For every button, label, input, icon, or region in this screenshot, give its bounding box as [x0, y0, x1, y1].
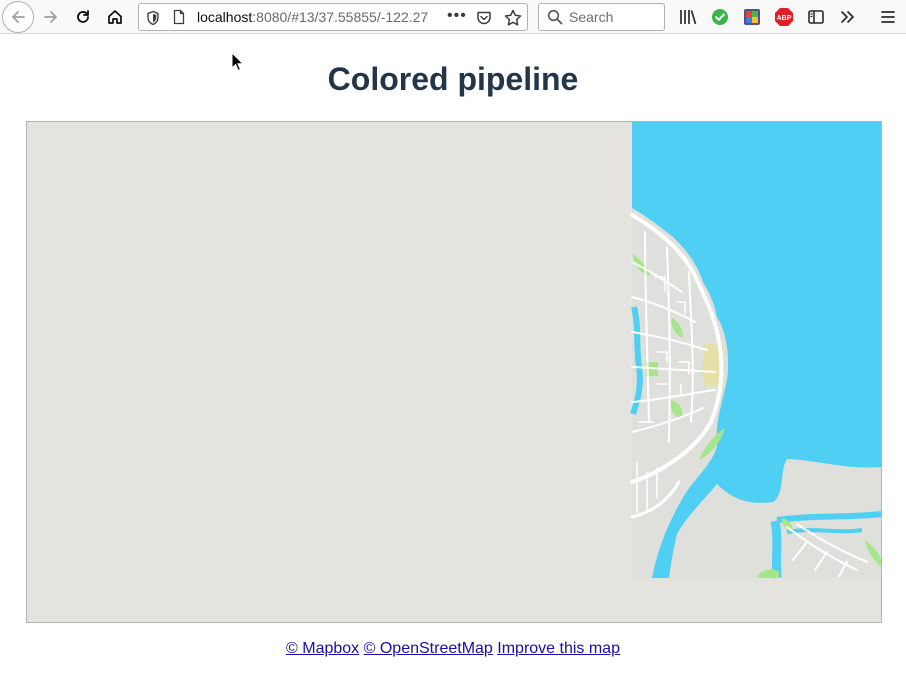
back-button[interactable] [2, 1, 34, 33]
openstreetmap-attribution-link[interactable]: © OpenStreetMap [364, 640, 493, 657]
hamburger-menu-icon[interactable] [877, 6, 899, 28]
forward-button[interactable] [36, 2, 66, 32]
search-input[interactable] [569, 7, 659, 27]
reload-icon [77, 10, 89, 23]
url-text[interactable]: localhost:8080/#13/37.55855/-122.27 [197, 9, 441, 27]
checkmark-extension-icon[interactable] [709, 6, 731, 28]
map-tile-east [630, 122, 881, 579]
page-actions-menu-icon[interactable]: ••• [447, 7, 467, 25]
reload-button[interactable] [68, 2, 98, 32]
tracking-shield-icon[interactable] [145, 10, 161, 26]
map[interactable] [26, 121, 882, 623]
page-info-icon[interactable] [171, 9, 187, 25]
svg-text:ABP: ABP [777, 15, 792, 22]
color-picker-extension-icon[interactable] [741, 6, 763, 28]
search-icon [547, 9, 563, 25]
bookmark-star-icon[interactable] [503, 8, 523, 28]
map-attribution: © Mapbox © OpenStreetMap Improve this ma… [0, 640, 906, 658]
improve-map-link[interactable]: Improve this map [497, 640, 620, 657]
library-icon[interactable] [677, 6, 699, 28]
map-canvas[interactable] [27, 122, 882, 623]
lagoon-channel-south [770, 520, 782, 579]
arrow-left-icon [12, 11, 25, 23]
pocket-icon[interactable] [475, 9, 493, 27]
page-title: Colored pipeline [327, 61, 579, 97]
adblock-plus-icon[interactable]: ABP [773, 6, 795, 28]
arrow-right-icon [44, 11, 57, 23]
url-bar[interactable]: localhost:8080/#13/37.55855/-122.27 ••• [138, 3, 528, 31]
search-bar[interactable] [538, 3, 665, 31]
overflow-chevron-icon[interactable] [837, 6, 859, 28]
browser-toolbar: localhost:8080/#13/37.55855/-122.27 ••• … [0, 0, 906, 34]
home-icon [108, 10, 122, 24]
home-button[interactable] [100, 2, 130, 32]
url-path: :8080/#13/37.55855/-122.27 [252, 9, 429, 25]
sidebar-icon[interactable] [805, 6, 827, 28]
url-host: localhost [197, 9, 253, 25]
mapbox-attribution-link[interactable]: © Mapbox [286, 640, 359, 657]
